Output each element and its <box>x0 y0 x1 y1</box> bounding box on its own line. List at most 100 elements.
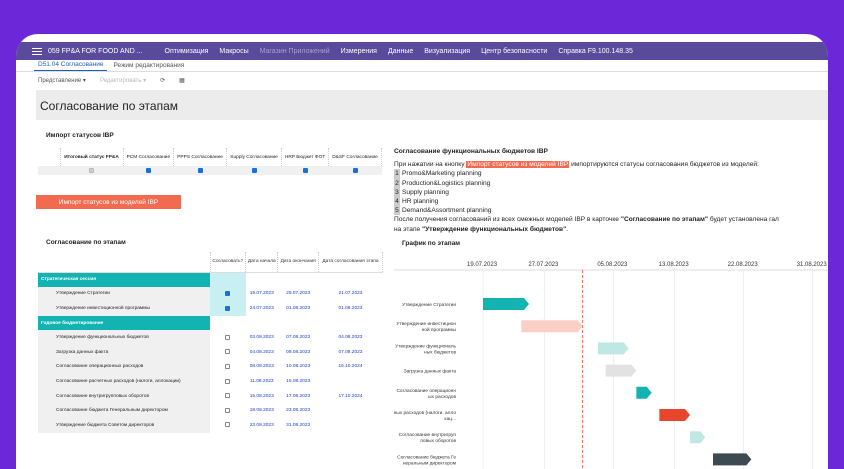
stage-date-end[interactable]: 25.07.2023 <box>278 287 319 302</box>
stage-name: Утверждение бюджета Советом директоров <box>38 417 210 433</box>
stage-row: Согласование внутригрупповых оборотов 15.… <box>38 388 383 404</box>
stage-date-start[interactable]: 11.08.2023 <box>246 374 278 389</box>
edit-dropdown: Редактировать ▾ <box>99 77 147 84</box>
stage-date-end[interactable]: 07.08.2023 <box>278 330 319 345</box>
stage-date-start[interactable]: 18.08.2023 <box>246 403 278 418</box>
gantt-task-label: Согласование операционн <box>396 388 456 394</box>
import-column-header: Supply Согласование <box>226 148 283 166</box>
stage-date-approve[interactable]: 04.08.2023 <box>318 330 382 345</box>
table-icon[interactable]: ▦ <box>179 77 185 84</box>
gantt-chart: График по этапам 19.07.2023 27.07.2023 05.… <box>346 240 828 469</box>
approve-checkbox[interactable] <box>225 363 231 369</box>
nav-item-3[interactable]: Измерения <box>341 48 377 55</box>
stage-date-end[interactable]: 23.08.2023 <box>278 403 319 418</box>
approve-checkbox[interactable] <box>225 378 231 384</box>
gantt-bar <box>713 453 752 466</box>
tab-bar: D51.04 Согласование Режим редактирования <box>16 60 828 72</box>
info-item-number: 4 <box>394 197 400 207</box>
import-column-header: D&SF Согласование <box>328 148 382 166</box>
stage-date-start[interactable]: 08.08.2023 <box>246 360 278 375</box>
import-status-checkbox[interactable] <box>145 167 151 173</box>
nav-item-0[interactable]: Оптимизация <box>165 48 209 55</box>
stage-date-approve[interactable]: 01.08.2023 <box>318 301 382 316</box>
stage-date-start[interactable]: 24.07.2023 <box>246 301 278 316</box>
tab-edit-mode[interactable]: Режим редактирования <box>109 62 188 71</box>
gantt-task-label: ной программы <box>422 326 457 333</box>
nav-item-5[interactable]: Визуализация <box>424 48 470 55</box>
stage-date-end[interactable]: 08.08.2023 <box>278 345 319 360</box>
stage-name: Утверждение Стратегии <box>38 286 210 302</box>
stage-date-start[interactable]: 19.07.2023 <box>246 287 278 302</box>
stage-date-start[interactable]: 04.08.2023 <box>246 345 278 360</box>
approve-checkbox[interactable] <box>225 407 231 413</box>
stage-date-approve[interactable] <box>318 374 382 389</box>
info-line: При нажатии на кнопку Импорт статусов из… <box>394 161 759 169</box>
stage-date-approve <box>318 315 383 331</box>
hamburger-menu-icon[interactable] <box>32 47 42 55</box>
app-title[interactable]: 059 FP&A FOR FOOD AND ... <box>48 48 143 55</box>
tab-approval[interactable]: D51.04 Согласование <box>34 61 108 71</box>
import-status-checkbox[interactable] <box>89 167 95 173</box>
approve-checkbox[interactable] <box>225 422 231 428</box>
stage-row: Согласование операционных расходов 08.08.… <box>38 359 383 375</box>
nav-item-6[interactable]: Центр безопасности <box>481 48 547 55</box>
stage-date-approve[interactable]: 17.10.2024 <box>318 389 382 404</box>
stage-date-end <box>277 315 319 331</box>
stage-date-end[interactable]: 01.08.2023 <box>278 301 319 316</box>
info-item-number: 5 <box>394 206 400 216</box>
stage-date-start[interactable]: 03.08.2023 <box>246 330 278 345</box>
stage-date-approve[interactable] <box>318 418 382 433</box>
nav-item-7[interactable]: Справка F9.100.148.35 <box>558 48 633 55</box>
stage-date-approve[interactable]: 07.08.2023 <box>318 345 382 360</box>
info-panel: Согласование функциональных бюджетов IBP… <box>394 147 828 234</box>
stage-row: Утверждение Стратегии 19.07.2023 25.07.202… <box>38 286 383 302</box>
stage-date-start <box>245 272 278 287</box>
gantt-task-label: Утверждение инвестицион <box>396 321 456 327</box>
info-item-text: HR planning <box>402 198 439 206</box>
nav-item-2: Магазин Приложений <box>259 47 330 55</box>
stage-date-approve[interactable]: 16.10.2024 <box>318 360 382 375</box>
stage-name: Согласование операционных расходов <box>38 359 210 375</box>
stage-date-end[interactable]: 15.08.2023 <box>278 374 319 389</box>
nav-item-1[interactable]: Макросы <box>219 48 248 55</box>
gantt-task-label: неральным директором <box>403 461 456 466</box>
stages-table: Согласовать? Дата начала Дата окончания Дат… <box>38 252 384 433</box>
import-column-header: PCM Согласование <box>123 148 175 166</box>
info-after-line: После получения согласований из всех сме… <box>394 216 779 224</box>
stage-row: Согласование расчетных расходов (налоги,… <box>38 374 383 389</box>
approve-checkbox[interactable] <box>225 349 231 355</box>
stage-date-approve[interactable]: 21.07.2023 <box>318 287 382 302</box>
stage-date-end[interactable]: 17.08.2023 <box>278 389 319 404</box>
info-item-text: Demand&Assortment planning <box>402 207 492 215</box>
view-dropdown[interactable]: Представление ▾ <box>38 77 86 84</box>
import-status-checkbox[interactable] <box>197 167 203 173</box>
approve-checkbox[interactable] <box>225 334 231 340</box>
stage-date-end[interactable]: 31.08.2023 <box>278 418 319 433</box>
gantt-task-label: Загрузка данных факта <box>404 369 457 375</box>
stage-date-end <box>277 272 319 287</box>
import-status-checkbox[interactable] <box>352 167 358 173</box>
stage-row: Загрузка данных факта 04.08.2023 08.08.202… <box>38 344 383 360</box>
stage-row: Утверждение бюджета Советом директоров 23… <box>38 417 383 433</box>
stage-name: Годовое бюджетирование <box>38 315 210 331</box>
approve-checkbox[interactable] <box>225 291 231 296</box>
toolbar: Представление ▾ Редактировать ▾ ⟳ ▦ <box>38 74 185 86</box>
approve-checkbox[interactable] <box>225 393 231 399</box>
gantt-task-label: Согласование расчетных расходов (налоги,… <box>394 410 456 416</box>
info-title: Согласование функциональных бюджетов IBP <box>394 148 548 155</box>
import-status-table: Итоговый статус FP&A PCM Согласование PPPS… <box>38 148 382 175</box>
import-statuses-button[interactable]: Импорт статусов из моделей IBP <box>36 195 181 209</box>
gantt-task-label: кац... <box>444 417 456 422</box>
stage-date-end[interactable]: 10.08.2023 <box>278 360 319 375</box>
info-item-number: 2 <box>394 178 400 188</box>
stage-date-start[interactable]: 23.08.2023 <box>246 418 278 433</box>
nav-item-4[interactable]: Данные <box>388 48 413 55</box>
import-status-checkbox[interactable] <box>302 167 308 173</box>
info-item-text: Production&Logistics planning <box>402 179 491 187</box>
import-status-checkbox[interactable] <box>251 167 257 173</box>
approve-checkbox[interactable] <box>225 305 231 311</box>
stage-date-start[interactable]: 15.08.2023 <box>246 389 278 404</box>
stage-date-approve[interactable] <box>318 403 382 418</box>
stage-name: Утверждение функциональных бюджетов <box>38 330 210 345</box>
refresh-icon[interactable]: ⟳ <box>160 77 165 84</box>
